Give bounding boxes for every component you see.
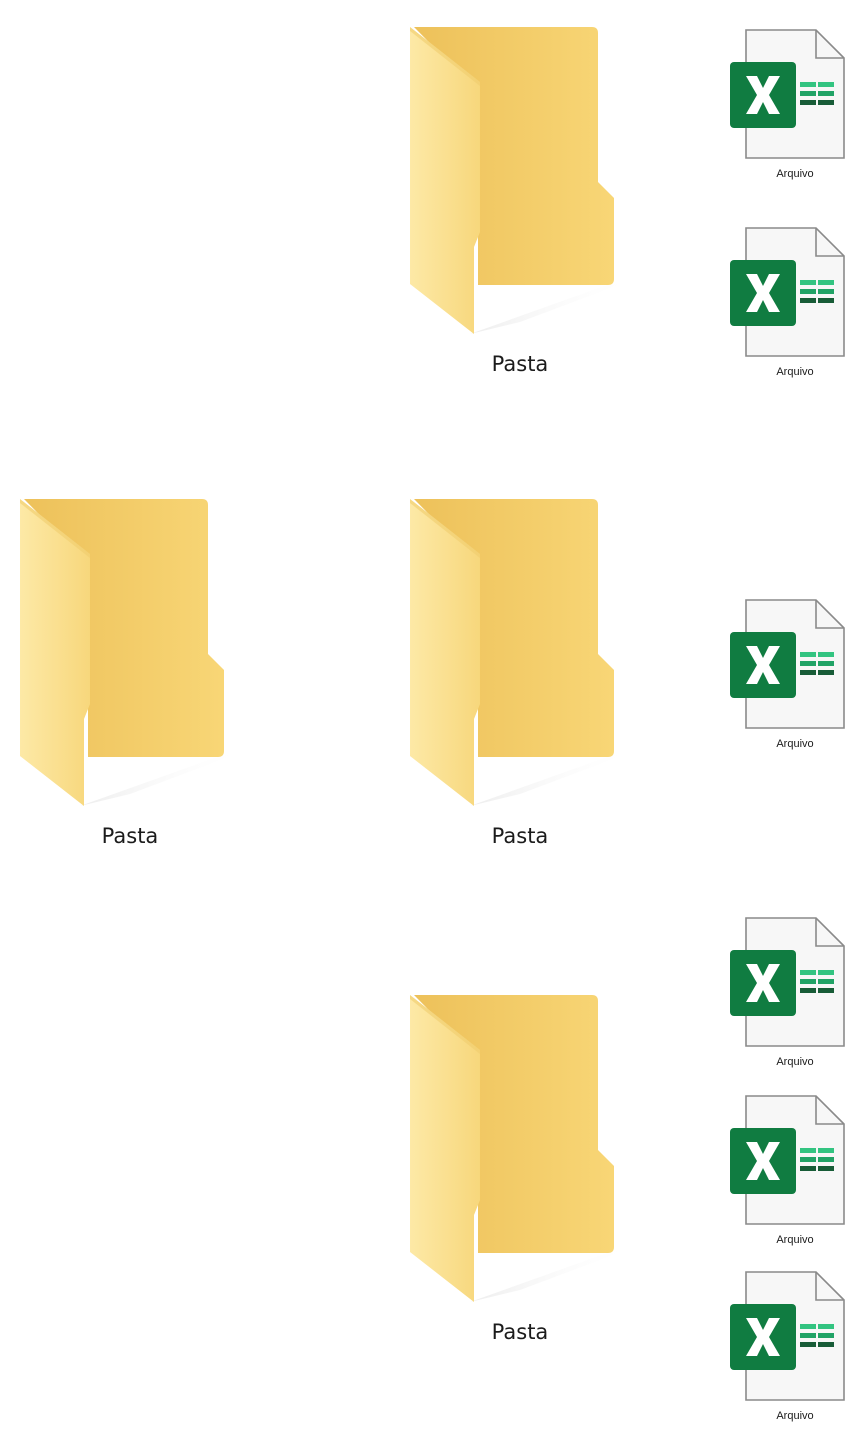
folder-icon [400,990,640,1310]
file-label: Arquivo [776,738,814,750]
file-label: Arquivo [776,1234,814,1246]
folder-item[interactable]: Pasta [400,494,640,864]
folder-label: Pasta [491,1320,549,1344]
file-label: Arquivo [776,168,814,180]
file-item[interactable]: Arquivo [730,914,850,1074]
folder-item[interactable]: Pasta [400,22,640,392]
excel-file-icon [730,1092,850,1228]
folder-icon [10,494,250,814]
folder-label: Pasta [491,824,549,848]
file-item[interactable]: Arquivo [730,224,850,384]
folder-icon [400,22,640,342]
excel-file-icon [730,596,850,732]
file-label: Arquivo [776,1056,814,1068]
file-item[interactable]: Arquivo [730,26,850,186]
file-label: Arquivo [776,1410,814,1422]
excel-file-icon [730,914,850,1050]
folder-label: Pasta [101,824,159,848]
excel-file-icon [730,224,850,360]
file-item[interactable]: Arquivo [730,596,850,756]
file-label: Arquivo [776,366,814,378]
folder-label: Pasta [491,352,549,376]
file-item[interactable]: Arquivo [730,1268,850,1428]
excel-file-icon [730,1268,850,1404]
file-item[interactable]: Arquivo [730,1092,850,1252]
folder-icon [400,494,640,814]
folder-item[interactable]: Pasta [10,494,250,864]
excel-file-icon [730,26,850,162]
folder-item[interactable]: Pasta [400,990,640,1360]
